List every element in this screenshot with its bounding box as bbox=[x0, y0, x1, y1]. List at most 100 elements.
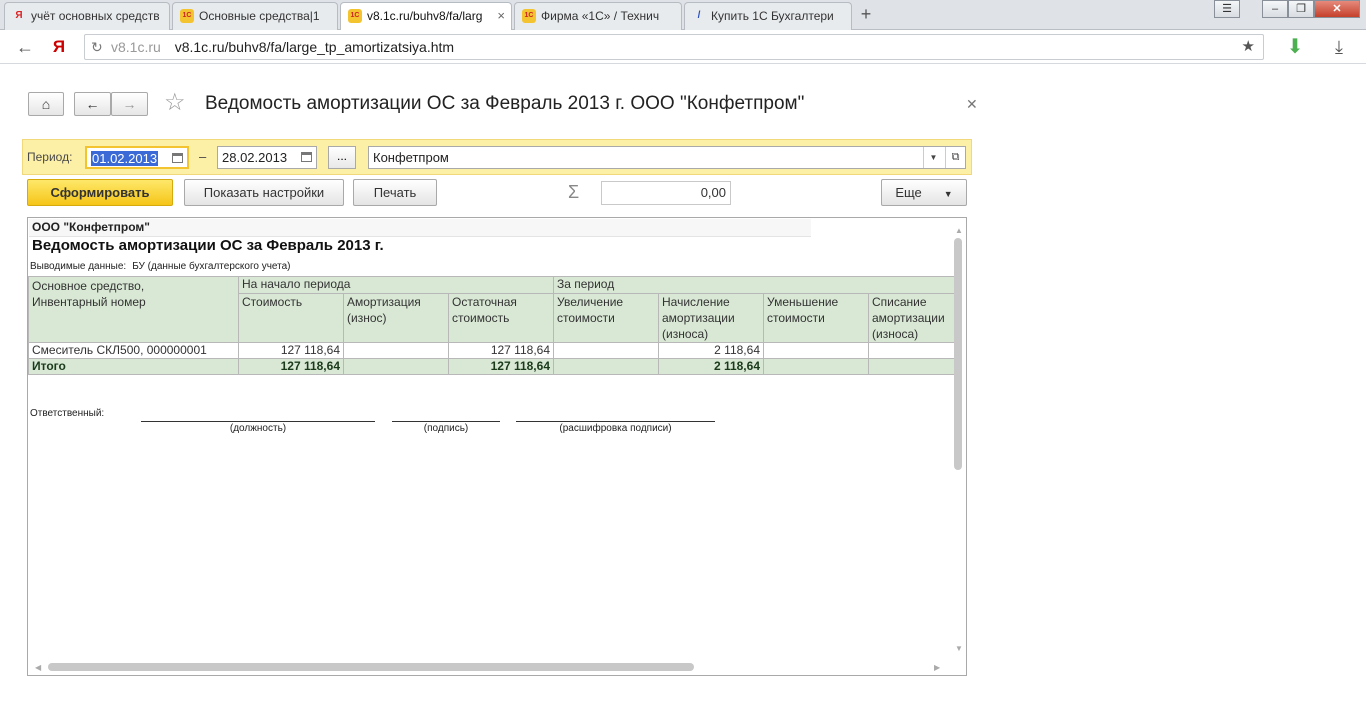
period-dash: – bbox=[199, 149, 207, 164]
period-select-button[interactable]: ... bbox=[328, 146, 356, 169]
calendar-icon[interactable] bbox=[301, 152, 312, 162]
period-label: Период: bbox=[27, 150, 73, 164]
dropdown-icon[interactable]: ▼ bbox=[923, 147, 943, 168]
show-settings-button[interactable]: Показать настройки bbox=[184, 179, 344, 206]
tab-close-icon[interactable]: × bbox=[497, 3, 505, 29]
col-header-line: Остаточная bbox=[452, 295, 517, 309]
download-manager-icon[interactable]: ⬇ bbox=[1284, 36, 1306, 58]
back-button[interactable]: ← bbox=[74, 92, 111, 116]
sum-sigma-icon: Σ bbox=[568, 182, 580, 202]
organization-field[interactable]: Конфетпром ▼ ⧉ bbox=[368, 146, 966, 169]
url-input[interactable]: ↻ v8.1c.ru v8.1c.ru/buhv8/fa/large_tp_am… bbox=[84, 34, 1264, 60]
scroll-right-icon[interactable]: ▶ bbox=[934, 663, 940, 672]
browser-tab[interactable]: 1C Основные средства|1 bbox=[172, 2, 338, 30]
calendar-icon[interactable] bbox=[172, 153, 183, 163]
col-header-line: Уменьшение bbox=[767, 295, 839, 309]
scroll-left-icon[interactable]: ◀ bbox=[35, 663, 41, 672]
header-asset: Основное средство, Инвентарный номер bbox=[28, 276, 239, 343]
position-line bbox=[141, 421, 375, 422]
reload-icon[interactable]: ↻ bbox=[91, 35, 103, 59]
cell[interactable] bbox=[553, 358, 659, 375]
url-host: v8.1c.ru bbox=[111, 39, 161, 55]
forward-button[interactable]: → bbox=[111, 92, 148, 116]
browser-tabstrip: Я учёт основных средств 1C Основные сред… bbox=[0, 0, 1366, 31]
cell[interactable] bbox=[343, 342, 449, 359]
minimize-icon[interactable]: – bbox=[1262, 0, 1288, 18]
menu-icon[interactable]: ☰ bbox=[1214, 0, 1240, 18]
cell[interactable] bbox=[868, 358, 959, 375]
table-row[interactable]: Смеситель СКЛ500, 000000001 127 118,64 1… bbox=[28, 342, 959, 359]
sign-line bbox=[392, 421, 500, 422]
cell[interactable] bbox=[763, 342, 869, 359]
bookmark-star-icon[interactable]: ★ bbox=[1242, 35, 1255, 59]
chevron-down-icon: ▼ bbox=[943, 189, 953, 199]
total-label[interactable]: Итого bbox=[28, 358, 239, 375]
col-header-line: стоимости bbox=[767, 311, 825, 325]
cell[interactable] bbox=[868, 342, 959, 359]
scroll-down-icon[interactable]: ▼ bbox=[955, 644, 963, 653]
cell[interactable]: 2 118,64 bbox=[658, 358, 764, 375]
col-header: Стоимость bbox=[238, 293, 344, 343]
cell-asset[interactable]: Смеситель СКЛ500, 000000001 bbox=[28, 342, 239, 359]
col-header-line: Амортизация bbox=[347, 295, 421, 309]
cell[interactable]: 127 118,64 bbox=[238, 358, 344, 375]
yandex-favicon-icon: Я bbox=[15, 10, 23, 21]
browser-tab[interactable]: Я учёт основных средств bbox=[4, 2, 170, 30]
browser-tab-active[interactable]: 1C v8.1c.ru/buhv8/fa/larg × bbox=[340, 2, 512, 31]
form-header: ⌂ ← → ☆ Ведомость амортизации ОС за Февр… bbox=[0, 64, 990, 138]
report-table: Основное средство, Инвентарный номер На … bbox=[28, 276, 959, 375]
maximize-icon[interactable]: ❐ bbox=[1288, 0, 1314, 18]
print-button[interactable]: Печать bbox=[353, 179, 437, 206]
window-close-icon[interactable]: ✕ bbox=[1314, 0, 1360, 18]
date-from-field[interactable]: 01.02.2013 bbox=[85, 146, 189, 169]
browser-tab[interactable]: 1C Фирма «1С» / Технич bbox=[514, 2, 682, 30]
open-icon[interactable]: ⧉ bbox=[945, 147, 965, 168]
period-panel: Период: 01.02.2013 – 28.02.2013 ... Конф… bbox=[22, 139, 972, 175]
tab-label: v8.1c.ru/buhv8/fa/larg bbox=[367, 9, 483, 23]
date-to-field[interactable]: 28.02.2013 bbox=[217, 146, 317, 169]
cell[interactable]: 2 118,64 bbox=[658, 342, 764, 359]
col-header: Остаточная стоимость bbox=[448, 293, 554, 343]
header-asset-line2: Инвентарный номер bbox=[32, 295, 146, 309]
cell[interactable]: 127 118,64 bbox=[448, 358, 554, 375]
generate-button[interactable]: Сформировать bbox=[27, 179, 173, 206]
cell[interactable] bbox=[343, 358, 449, 375]
form-close-icon[interactable]: ✕ bbox=[966, 96, 978, 113]
back-icon[interactable]: ← bbox=[14, 36, 36, 58]
total-row[interactable]: Итого 127 118,64 127 118,64 2 118,64 bbox=[28, 358, 959, 375]
horizontal-scrollbar[interactable] bbox=[48, 663, 694, 671]
position-caption: (должность) bbox=[229, 423, 287, 434]
col-header-line: стоимости bbox=[557, 311, 615, 325]
more-button[interactable]: Еще ▼ bbox=[881, 179, 967, 206]
header-for-period: За период bbox=[553, 276, 959, 294]
home-button[interactable]: ⌂ bbox=[28, 92, 64, 116]
col-header-line: (износ) bbox=[347, 311, 387, 325]
tab-label: Основные средства|1 bbox=[199, 9, 320, 23]
downloads-icon[interactable]: ⤓ bbox=[1328, 36, 1350, 58]
cell[interactable]: 127 118,64 bbox=[238, 342, 344, 359]
header-start-period: На начало периода bbox=[238, 276, 554, 294]
yandex-icon[interactable]: Я bbox=[48, 36, 70, 58]
signature-label: Ответственный: bbox=[30, 408, 105, 419]
form-title: Ведомость амортизации ОС за Февраль 2013… bbox=[205, 93, 805, 114]
cell[interactable] bbox=[553, 342, 659, 359]
new-tab-icon[interactable]: + bbox=[856, 5, 876, 25]
col-header-line: амортизации bbox=[872, 311, 945, 325]
arrow-left-icon: ← bbox=[85, 96, 100, 112]
browser-tab[interactable]: / Купить 1С Бухгалтери bbox=[684, 2, 852, 30]
output-label: Выводимые данные: bbox=[30, 261, 127, 272]
tab-label: учёт основных средств bbox=[31, 9, 160, 23]
vertical-scrollbar[interactable] bbox=[954, 238, 962, 470]
1c-favicon-icon: 1C bbox=[522, 9, 536, 23]
url-text: v8.1c.ru/buhv8/fa/large_tp_amortizatsiya… bbox=[174, 39, 455, 55]
report-spreadsheet[interactable]: ООО "Конфетпром" Ведомость амортизации О… bbox=[27, 217, 967, 676]
organization-value: Конфетпром bbox=[373, 150, 449, 165]
scroll-up-icon[interactable]: ▲ bbox=[955, 226, 963, 235]
favorite-star-icon[interactable]: ☆ bbox=[164, 91, 186, 115]
1c-favicon-icon: 1C bbox=[180, 9, 194, 23]
decoding-line bbox=[516, 421, 715, 422]
cell[interactable] bbox=[763, 358, 869, 375]
col-header-line: амортизации bbox=[662, 311, 735, 325]
col-header-line: стоимость bbox=[452, 311, 510, 325]
cell[interactable]: 127 118,64 bbox=[448, 342, 554, 359]
